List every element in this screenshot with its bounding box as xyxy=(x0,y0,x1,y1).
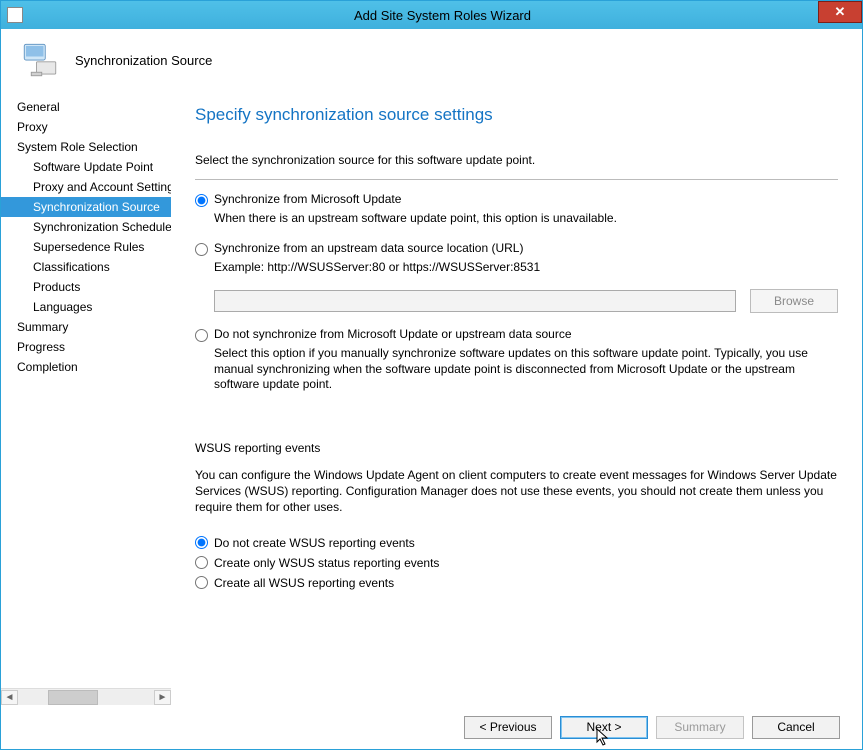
wsus-desc: You can configure the Windows Update Age… xyxy=(195,467,838,516)
radio-wsus-status-label: Create only WSUS status reporting events xyxy=(214,556,439,570)
radio-ms-update-desc: When there is an upstream software updat… xyxy=(214,211,838,227)
nav-item-progress[interactable]: Progress xyxy=(1,337,171,357)
wizard-window: Add Site System Roles Wizard ✕ Synchroni… xyxy=(0,0,863,750)
radio-no-sync[interactable] xyxy=(195,329,208,342)
radio-upstream[interactable] xyxy=(195,243,208,256)
previous-button[interactable]: < Previous xyxy=(464,716,552,739)
app-icon xyxy=(7,7,23,23)
radio-upstream-label: Synchronize from an upstream data source… xyxy=(214,241,523,255)
header-band: Synchronization Source xyxy=(1,29,862,91)
scroll-right-arrow-icon[interactable]: ► xyxy=(154,690,171,705)
sync-option-ms-update[interactable]: Synchronize from Microsoft Update xyxy=(195,192,838,207)
page-title: Specify synchronization source settings xyxy=(195,105,838,125)
radio-no-sync-desc: Select this option if you manually synch… xyxy=(214,346,838,393)
nav-item-system-role-selection[interactable]: System Role Selection xyxy=(1,137,171,157)
radio-wsus-none[interactable] xyxy=(195,536,208,549)
nav-item-completion[interactable]: Completion xyxy=(1,357,171,377)
wsus-option-none[interactable]: Do not create WSUS reporting events xyxy=(195,536,838,550)
radio-wsus-all[interactable] xyxy=(195,576,208,589)
radio-wsus-all-label: Create all WSUS reporting events xyxy=(214,576,394,590)
scroll-thumb[interactable] xyxy=(48,690,98,705)
radio-ms-update-label: Synchronize from Microsoft Update xyxy=(214,192,401,206)
nav-item-synchronization-schedule[interactable]: Synchronization Schedule xyxy=(1,217,171,237)
nav-item-summary[interactable]: Summary xyxy=(1,317,171,337)
wsus-section: WSUS reporting events You can configure … xyxy=(195,441,838,590)
next-button[interactable]: Next > xyxy=(560,716,648,739)
cancel-button[interactable]: Cancel xyxy=(752,716,840,739)
wsus-option-status[interactable]: Create only WSUS status reporting events xyxy=(195,556,838,570)
header-title: Synchronization Source xyxy=(75,53,212,68)
radio-wsus-none-label: Do not create WSUS reporting events xyxy=(214,536,415,550)
close-button[interactable]: ✕ xyxy=(818,1,862,23)
nav-item-supersedence-rules[interactable]: Supersedence Rules xyxy=(1,237,171,257)
radio-upstream-desc: Example: http://WSUSServer:80 or https:/… xyxy=(214,260,838,276)
upstream-url-input[interactable] xyxy=(214,290,736,312)
wsus-option-all[interactable]: Create all WSUS reporting events xyxy=(195,576,838,590)
nav-item-general[interactable]: General xyxy=(1,97,171,117)
scroll-track[interactable] xyxy=(18,690,154,705)
nav-item-software-update-point[interactable]: Software Update Point xyxy=(1,157,171,177)
nav-item-proxy-and-account-settings[interactable]: Proxy and Account Settings xyxy=(1,177,171,197)
wsus-title: WSUS reporting events xyxy=(195,441,838,455)
nav-item-languages[interactable]: Languages xyxy=(1,297,171,317)
sidebar: GeneralProxySystem Role SelectionSoftwar… xyxy=(1,91,171,705)
nav-item-proxy[interactable]: Proxy xyxy=(1,117,171,137)
divider xyxy=(195,179,838,180)
sync-option-upstream[interactable]: Synchronize from an upstream data source… xyxy=(195,241,838,256)
footer-buttons: < Previous Next > Summary Cancel xyxy=(1,705,862,749)
wizard-icon xyxy=(19,39,61,81)
nav-item-synchronization-source[interactable]: Synchronization Source xyxy=(1,197,171,217)
summary-button[interactable]: Summary xyxy=(656,716,744,739)
scroll-left-arrow-icon[interactable]: ◄ xyxy=(1,690,18,705)
radio-ms-update[interactable] xyxy=(195,194,208,207)
radio-wsus-status[interactable] xyxy=(195,556,208,569)
content-panel: Specify synchronization source settings … xyxy=(171,91,862,705)
intro-text: Select the synchronization source for th… xyxy=(195,153,838,167)
body-area: GeneralProxySystem Role SelectionSoftwar… xyxy=(1,91,862,705)
window-title: Add Site System Roles Wizard xyxy=(23,8,862,23)
nav-item-products[interactable]: Products xyxy=(1,277,171,297)
titlebar: Add Site System Roles Wizard ✕ xyxy=(1,1,862,29)
sync-option-none[interactable]: Do not synchronize from Microsoft Update… xyxy=(195,327,838,342)
browse-button[interactable]: Browse xyxy=(750,289,838,313)
sidebar-horizontal-scrollbar[interactable]: ◄ ► xyxy=(1,688,171,705)
nav-item-classifications[interactable]: Classifications xyxy=(1,257,171,277)
radio-no-sync-label: Do not synchronize from Microsoft Update… xyxy=(214,327,572,341)
